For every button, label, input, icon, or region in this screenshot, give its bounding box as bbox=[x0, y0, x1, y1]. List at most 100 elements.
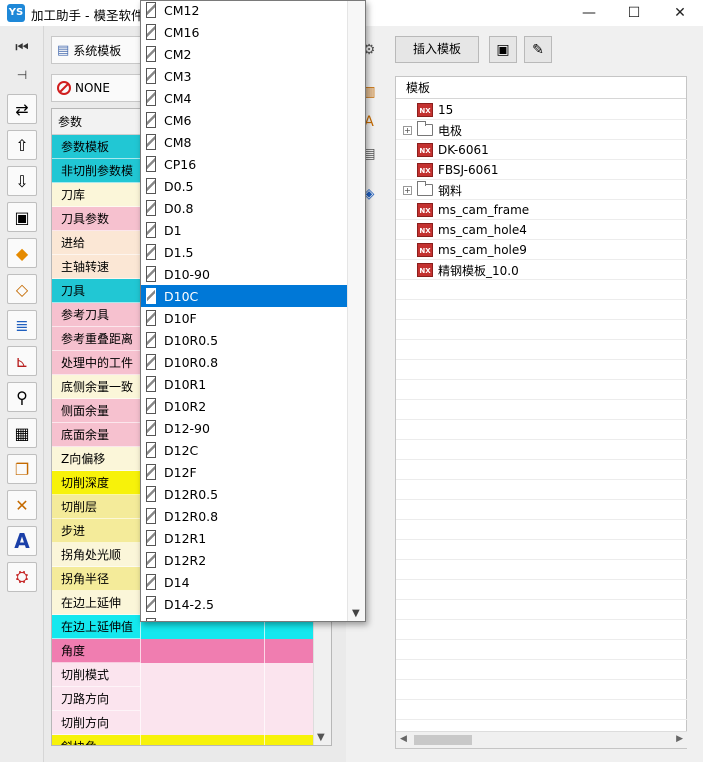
param-value-cell[interactable] bbox=[140, 639, 264, 663]
param-value-cell[interactable] bbox=[140, 663, 264, 687]
table-row[interactable]: 切削模式 bbox=[52, 663, 314, 687]
dropdown-option[interactable]: D1.5 bbox=[141, 241, 347, 263]
dropdown-option[interactable]: D1 bbox=[141, 219, 347, 241]
tree-item[interactable]: NX 15 bbox=[417, 100, 453, 120]
edit-list-icon[interactable]: ≣ bbox=[7, 310, 37, 340]
refresh-icon[interactable]: ⇄ bbox=[7, 94, 37, 124]
grid-delete-icon[interactable]: ▦ bbox=[7, 418, 37, 448]
table-row[interactable]: 角度 bbox=[52, 639, 314, 663]
dropdown-option[interactable]: D16 bbox=[141, 615, 347, 621]
tree-item[interactable]: NX DK-6061 bbox=[417, 140, 489, 160]
dropdown-option[interactable]: D10R0.5 bbox=[141, 329, 347, 351]
chevron-right-icon[interactable]: ▶ bbox=[676, 734, 683, 744]
dropdown-option[interactable]: D12R0.5 bbox=[141, 483, 347, 505]
table-row[interactable]: 切削方向 bbox=[52, 711, 314, 735]
param-extra-cell[interactable] bbox=[264, 687, 314, 711]
tree-item[interactable]: 钢料 bbox=[417, 180, 462, 200]
arrow-down-icon[interactable]: ⇩ bbox=[7, 166, 37, 196]
dropdown-option[interactable]: D0.5 bbox=[141, 175, 347, 197]
chevron-down-icon[interactable]: ▼ bbox=[317, 732, 325, 743]
dropdown-option[interactable]: CM2 bbox=[141, 43, 347, 65]
stamp-icon[interactable]: ⚲ bbox=[7, 382, 37, 412]
dropdown-option[interactable]: D12R0.8 bbox=[141, 505, 347, 527]
dropdown-option[interactable]: CM12 bbox=[141, 1, 347, 21]
dropdown-option[interactable]: D12R2 bbox=[141, 549, 347, 571]
collapse-panel-icon[interactable]: ⏮ bbox=[7, 36, 37, 58]
dropdown-option[interactable]: CP16 bbox=[141, 153, 347, 175]
eraser-icon[interactable]: ◆ bbox=[7, 238, 37, 268]
tree-row-line bbox=[396, 400, 687, 420]
dropdown-option[interactable]: D12F bbox=[141, 461, 347, 483]
minimize-button[interactable]: — bbox=[566, 0, 612, 26]
dropdown-option-label: D10C bbox=[164, 288, 199, 304]
dropdown-option[interactable]: D12R1 bbox=[141, 527, 347, 549]
dropdown-option[interactable]: D14-2.5 bbox=[141, 593, 347, 615]
tree-row-line bbox=[396, 460, 687, 480]
tree-horizontal-scrollbar[interactable]: ◀ ▶ bbox=[396, 731, 687, 748]
expand-icon[interactable]: + bbox=[403, 186, 412, 195]
param-value-cell[interactable] bbox=[140, 735, 264, 745]
close-button[interactable]: ✕ bbox=[657, 0, 703, 26]
param-value-cell[interactable] bbox=[140, 711, 264, 735]
toolpath-icon[interactable]: ◇ bbox=[7, 274, 37, 304]
machine-icon[interactable]: ⛭ bbox=[7, 562, 37, 592]
arrow-up-icon[interactable]: ⇧ bbox=[7, 130, 37, 160]
copy-icon[interactable]: ❐ bbox=[7, 454, 37, 484]
tree-row-line bbox=[396, 380, 687, 400]
dropdown-option[interactable]: D10-90 bbox=[141, 263, 347, 285]
template-tree: 模板 NX 15 + 电极 NX DK-6061 NX FBSJ-6061 + 钢料 NX ms_ca… bbox=[395, 76, 687, 749]
maximize-button[interactable]: ☐ bbox=[611, 0, 657, 26]
template-select[interactable]: ▤ 系统模板 bbox=[51, 36, 151, 64]
tree-item[interactable]: NX ms_cam_frame bbox=[417, 200, 529, 220]
dropdown-option[interactable]: CM8 bbox=[141, 131, 347, 153]
dropdown-option[interactable]: CM4 bbox=[141, 87, 347, 109]
dropdown-option-label: D12R0.8 bbox=[164, 508, 219, 524]
tree-item[interactable]: 电极 bbox=[417, 120, 462, 140]
tree-item[interactable]: NX FBSJ-6061 bbox=[417, 160, 499, 180]
param-extra-cell[interactable] bbox=[264, 639, 314, 663]
tree-item[interactable]: NX 精钢模板_10.0 bbox=[417, 260, 519, 280]
dropdown-option[interactable]: D12C bbox=[141, 439, 347, 461]
insert-template-button[interactable]: 插入模板 bbox=[395, 36, 479, 63]
dropdown-option[interactable]: D10F bbox=[141, 307, 347, 329]
axis-icon[interactable]: ⊾ bbox=[7, 346, 37, 376]
tree-item[interactable]: NX ms_cam_hole9 bbox=[417, 240, 527, 260]
dropdown-option[interactable]: CM16 bbox=[141, 21, 347, 43]
dropdown-option[interactable]: D12-90 bbox=[141, 417, 347, 439]
pin-icon[interactable]: ⊣ bbox=[7, 64, 37, 86]
param-extra-cell[interactable] bbox=[264, 735, 314, 745]
none-button[interactable]: NONE bbox=[51, 74, 151, 102]
tool-icon bbox=[146, 398, 156, 414]
tree-item-label: DK-6061 bbox=[438, 143, 489, 157]
tool-icon bbox=[146, 222, 156, 238]
param-extra-cell[interactable] bbox=[264, 711, 314, 735]
chevron-left-icon[interactable]: ◀ bbox=[400, 734, 407, 744]
text-icon[interactable]: A bbox=[7, 526, 37, 556]
expand-icon[interactable]: + bbox=[403, 126, 412, 135]
dropdown-scrollbar[interactable]: ▼ bbox=[347, 1, 365, 621]
save-template-icon[interactable]: ▣ bbox=[489, 36, 517, 63]
param-value-cell[interactable] bbox=[140, 687, 264, 711]
chevron-down-icon[interactable]: ▼ bbox=[352, 608, 360, 619]
cross-delete-icon[interactable]: ✕ bbox=[7, 490, 37, 520]
part-block-icon[interactable]: ▣ bbox=[7, 202, 37, 232]
edit-template-icon[interactable]: ✎ bbox=[524, 36, 552, 63]
tree-row-line bbox=[396, 480, 687, 500]
tree-item-label: 电极 bbox=[438, 123, 463, 138]
table-row[interactable]: 斜块角 bbox=[52, 735, 314, 745]
dropdown-option[interactable]: D10R1 bbox=[141, 373, 347, 395]
dropdown-option[interactable]: CM6 bbox=[141, 109, 347, 131]
tree-item[interactable]: NX ms_cam_hole4 bbox=[417, 220, 527, 240]
dropdown-option[interactable]: D10R2 bbox=[141, 395, 347, 417]
param-extra-cell[interactable] bbox=[264, 663, 314, 687]
dropdown-option[interactable]: D0.8 bbox=[141, 197, 347, 219]
dropdown-option[interactable]: D10C bbox=[141, 285, 347, 307]
prohibited-icon bbox=[57, 81, 71, 95]
dropdown-option-label: D14-2.5 bbox=[164, 596, 214, 612]
scrollbar-thumb[interactable] bbox=[414, 735, 472, 745]
dropdown-option[interactable]: D14 bbox=[141, 571, 347, 593]
dropdown-option[interactable]: CM3 bbox=[141, 65, 347, 87]
tool-dropdown-list[interactable]: CM12 CM16 CM2 CM3 CM4 CM6 CM8 CP16 D0.5 D0.8 D1 D1.… bbox=[140, 0, 366, 622]
table-row[interactable]: 刀路方向 bbox=[52, 687, 314, 711]
dropdown-option[interactable]: D10R0.8 bbox=[141, 351, 347, 373]
